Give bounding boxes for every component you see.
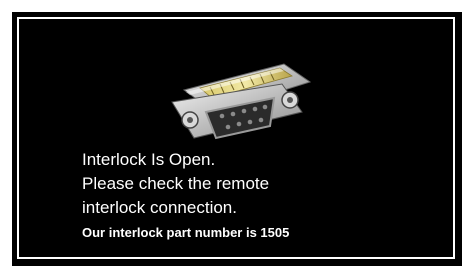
interlock-connection-message: interlock connection. bbox=[82, 198, 237, 217]
interlock-open-message: Interlock Is Open. bbox=[82, 150, 216, 169]
db9-gender-changer-connector-icon bbox=[171, 63, 312, 140]
check-remote-message: Please check the remote bbox=[82, 174, 270, 193]
interlock-screen: Interlock Is Open. Please check the remo… bbox=[12, 12, 462, 266]
part-number-message: Our interlock part number is 1505 bbox=[82, 225, 290, 240]
